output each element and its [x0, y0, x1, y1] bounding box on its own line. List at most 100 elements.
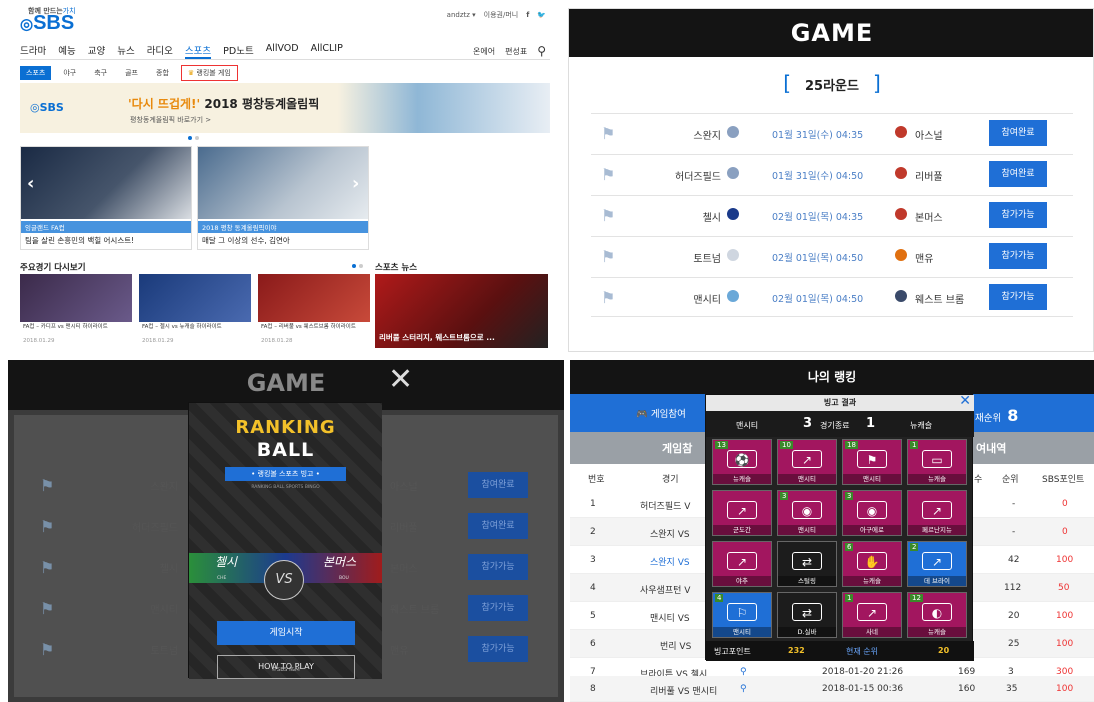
bingo-cell[interactable]: ↗ 야추 [712, 541, 772, 587]
bingo-cell[interactable]: 3 ◉ 맨시티 [777, 490, 837, 536]
shot-icon: ↗ [727, 552, 757, 570]
row-game: 스완지 VS [650, 530, 690, 540]
away-team: 아스널 [390, 482, 418, 493]
join-button[interactable]: 참여완료 [468, 513, 528, 539]
row-points: 0 [1062, 499, 1068, 509]
twitter-icon[interactable]: 🐦 [537, 11, 546, 19]
bingo-cell[interactable]: 2 ↗ 데 브라이 [907, 541, 967, 587]
away-team: 맨유 [915, 254, 934, 265]
row-count: 20 [1008, 611, 1020, 621]
bingo-cell[interactable]: ⇄ 스털링 [777, 541, 837, 587]
bingo-cell[interactable]: 1 ▭ 뉴캐슬 [907, 439, 967, 485]
feature-caption-2: 매달 그 이상의 선수, 김연아 [202, 236, 290, 245]
row-game: 맨시티 VS [650, 614, 690, 624]
subnav-golf[interactable]: 골프 [119, 66, 144, 80]
join-button[interactable]: 참가가능 [989, 284, 1047, 310]
team-crest-icon [895, 167, 907, 179]
row-no: 8 [590, 684, 596, 694]
flag-icon: ⚑ [601, 165, 616, 184]
nav-schedule[interactable]: 편성표 [505, 46, 527, 57]
join-button[interactable]: 참가가능 [468, 636, 528, 662]
away-team: 아스널 [915, 131, 943, 142]
pass-link[interactable]: 이용권/머니 [484, 10, 519, 20]
nav-right: 온에어 편성표 ⚲ [473, 44, 546, 58]
bingo-cell[interactable]: 6 ✋ 뉴캐슬 [842, 541, 902, 587]
nav-pdnote[interactable]: PD노트 [223, 43, 254, 59]
close-icon[interactable]: ✕ [959, 393, 971, 409]
close-icon[interactable]: ✕ [388, 362, 413, 397]
join-button[interactable]: 참가가능 [468, 595, 528, 621]
join-button[interactable]: 참가가능 [989, 202, 1047, 228]
join-button[interactable]: 참가가능 [468, 554, 528, 580]
bingo-cell[interactable]: ↗ 군도간 [712, 490, 772, 536]
bingo-cell[interactable]: 3 ◉ 아구에로 [842, 490, 902, 536]
row-no: 1 [590, 499, 596, 509]
home-team: 토트넘 [693, 254, 721, 265]
prev-arrow-icon[interactable]: ‹ [27, 173, 34, 194]
feature-caption-1: 팀을 살린 손흥민의 백힐 어시스트! [25, 236, 135, 245]
history-tab-left[interactable]: 게임참 [662, 440, 692, 456]
replay-date: 2018.01.29 [23, 338, 55, 344]
nav-sports[interactable]: 스포츠 [184, 43, 212, 59]
bingo-cell[interactable]: 4 ⚐ 맨시티 [712, 592, 772, 638]
flag-icon: ⚑ [601, 206, 616, 225]
user-menu[interactable]: andztz ▾ [447, 11, 476, 19]
join-button[interactable]: 참여완료 [468, 472, 528, 498]
bingo-cell[interactable]: 12 ◐ 뉴캐슬 [907, 592, 967, 638]
shot-icon: ↗ [922, 501, 952, 519]
sports-subnav: 스포츠 야구 축구 골프 종합 ♛ 랭킹볼 게임 [20, 65, 238, 81]
bingo-cell[interactable]: 13 ⚽ 뉴캐슬 [712, 439, 772, 485]
card-icon: ▭ [922, 450, 952, 468]
subnav-soccer[interactable]: 축구 [88, 66, 113, 80]
magnifier-icon[interactable]: ⚲ [740, 684, 747, 694]
sbs-logo[interactable]: ◎SBS [20, 12, 74, 35]
vs-home-team: 첼시 [215, 555, 238, 569]
modal-title-ranking: RANKING [235, 417, 336, 438]
home-team: 첼시 [702, 213, 721, 224]
nav-variety[interactable]: 예능 [58, 43, 75, 59]
history-row[interactable]: 8 리버풀 VS 맨시티 ⚲ 2018-01-15 00:36 160 35 1… [570, 676, 1094, 702]
bingo-cell[interactable]: 1 ↗ 사네 [842, 592, 902, 638]
search-icon[interactable]: ⚲ [537, 44, 546, 58]
game-start-button[interactable]: 게임시작 [217, 621, 355, 645]
nav-allclip[interactable]: AllCLIP [311, 43, 343, 59]
olympic-banner[interactable]: ◎SBS '다시 뜨겁게!' 2018 평창동계올림픽 평창동계올림픽 바로가기… [20, 83, 550, 133]
bingo-cell[interactable]: ↗ 페르난지뉴 [907, 490, 967, 536]
history-tab-right[interactable]: 여내역 [976, 440, 1006, 456]
feature-image-2 [198, 147, 368, 219]
subnav-general[interactable]: 종합 [150, 66, 175, 80]
nav-allvod[interactable]: AllVOD [266, 43, 299, 59]
join-button[interactable]: 참여완료 [989, 161, 1047, 187]
replay-title: FA컵 – 카디프 vs 맨시티 하이라이트 [23, 324, 108, 330]
nav-news[interactable]: 뉴스 [117, 43, 134, 59]
replay-thumb-1[interactable]: FA컵 – 카디프 vs 맨시티 하이라이트 2018.01.29 [20, 274, 132, 344]
row-points: 50 [1058, 583, 1070, 593]
nav-radio[interactable]: 라디오 [147, 43, 173, 59]
top-user-bar: andztz ▾ 이용권/머니 f 🐦 [447, 10, 546, 20]
feature-card-2[interactable]: 2018 평창 동계올림픽이야 매달 그 이상의 선수, 김연아 › [197, 146, 369, 250]
flag-icon: ⚑ [40, 640, 55, 659]
subnav-rankingball[interactable]: ♛ 랭킹볼 게임 [180, 65, 238, 81]
subnav-sports[interactable]: 스포츠 [20, 66, 52, 80]
replay-thumb-2[interactable]: FA컵 – 첼시 vs 뉴캐슬 하이라이트 2018.01.29 [139, 274, 251, 344]
bingo-cell[interactable]: 10 ↗ 맨시티 [777, 439, 837, 485]
row-points: 100 [1056, 639, 1074, 649]
game-row: ⚑ 허더즈필드 01월 31일(수) 04:50 리버풀 참여완료 [591, 154, 1073, 194]
bingo-cell[interactable]: ⇄ D.실바 [777, 592, 837, 638]
feature-card-1[interactable]: 잉글랜드 FA컵 팀을 살린 손흥민의 백힐 어시스트! ‹ [20, 146, 192, 250]
subnav-baseball[interactable]: 야구 [57, 66, 82, 80]
next-arrow-icon[interactable]: › [352, 173, 359, 194]
nav-culture[interactable]: 교양 [88, 43, 105, 59]
banner-dots[interactable] [188, 136, 199, 140]
join-button[interactable]: 참여완료 [989, 120, 1047, 146]
bingo-cell[interactable]: 18 ⚑ 맨시티 [842, 439, 902, 485]
news-thumb[interactable]: 리버풀 스터리지, 웨스트브롬으로 ... [375, 274, 548, 348]
facebook-icon[interactable]: f [526, 11, 529, 19]
join-button[interactable]: 참가가능 [989, 243, 1047, 269]
nav-drama[interactable]: 드라마 [20, 43, 46, 59]
replay-dots[interactable] [352, 264, 363, 268]
nav-onair[interactable]: 온에어 [473, 46, 495, 57]
game-row: ⚑ 토트넘 02월 01일(목) 04:50 맨유 참가가능 [591, 236, 1073, 276]
replay-thumb-3[interactable]: FA컵 – 리버풀 vs 웨스트브롬 하이라이트 2018.01.28 [258, 274, 370, 344]
row-no: 5 [590, 611, 596, 621]
